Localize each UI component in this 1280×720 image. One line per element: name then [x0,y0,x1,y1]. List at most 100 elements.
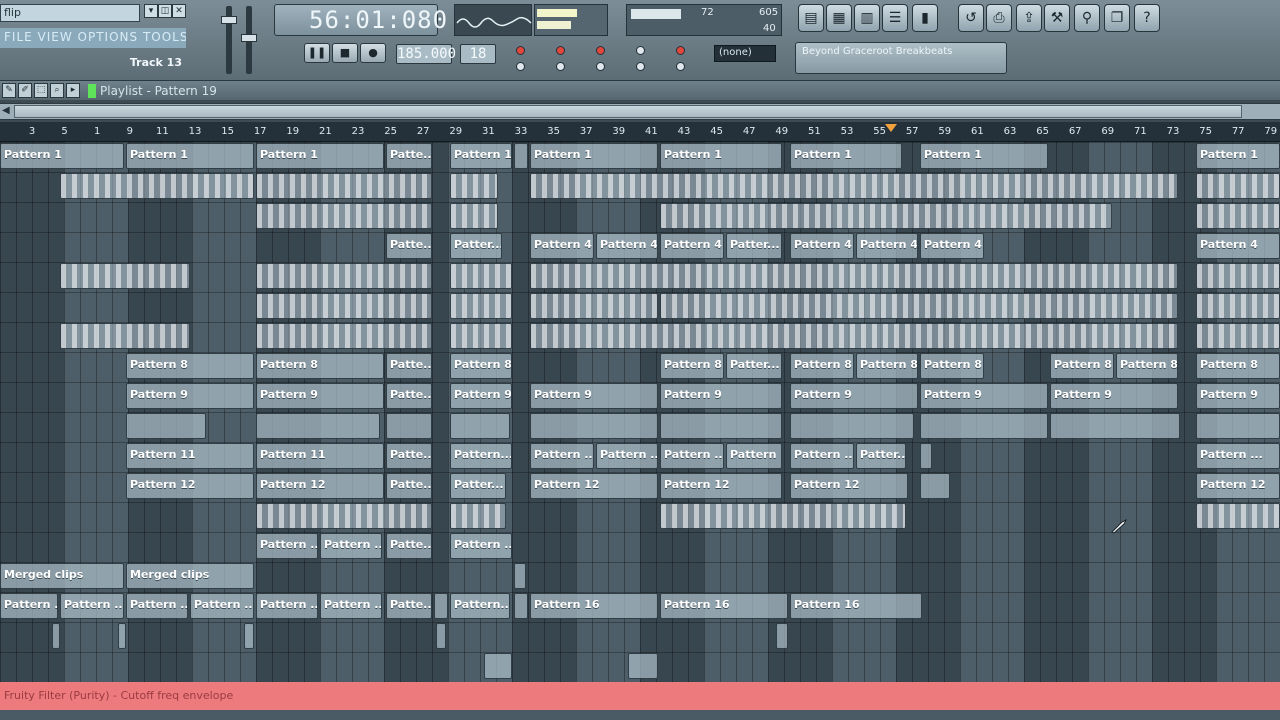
pattern-clip[interactable]: Patte... [386,473,432,499]
pattern-clip[interactable]: Pattern ... [256,533,318,559]
mixer-icon[interactable]: ▮ [912,4,938,32]
pattern-clip[interactable]: Pattern 8 [1196,353,1280,379]
scroll-left-icon[interactable]: ◀ [2,105,10,116]
playlist-horizontal-scrollbar[interactable]: ◀ [0,103,1280,120]
pattern-clip[interactable]: Pattern 1 [450,143,512,169]
minimize-button[interactable]: ▾ [144,4,158,18]
pattern-clip[interactable] [776,623,788,649]
pattern-clip[interactable] [126,413,206,439]
pattern-clip[interactable]: Patte... [386,233,432,259]
pattern-clip[interactable] [1196,203,1280,229]
pattern-clip[interactable]: Pattern ... [320,533,382,559]
pattern-clip[interactable]: Pattern 9 [920,383,1048,409]
pattern-clip[interactable] [1196,503,1280,529]
pattern-clip[interactable] [450,263,512,289]
pattern-clip[interactable]: Patter... [856,443,906,469]
pattern-clip[interactable] [530,173,1178,199]
pattern-clip[interactable]: Pattern ... [1196,443,1280,469]
pattern-clip[interactable]: Pattern 1 [1196,143,1280,169]
pattern-clip[interactable] [514,143,528,169]
pattern-clip[interactable]: Pattern ... [320,593,382,619]
stop-button[interactable]: ■ [332,43,358,63]
export-icon[interactable]: ⇪ [1016,4,1042,32]
pattern-clip[interactable] [920,473,950,499]
pattern-clip[interactable]: Pattern 9 [1196,383,1280,409]
pattern-clip[interactable]: Pattern 8 [256,353,384,379]
pattern-clip[interactable] [60,173,254,199]
pattern-clip[interactable]: Pattern... [450,593,510,619]
pattern-clip[interactable]: Patte... [386,353,432,379]
pattern-clip[interactable] [660,503,906,529]
typing-keyboard-button[interactable] [596,46,605,55]
pattern-clip[interactable] [628,653,658,679]
pattern-clip[interactable] [530,263,1178,289]
pattern-clip[interactable]: Pattern 8 [126,353,254,379]
pattern-clip[interactable]: Pattern 4 [660,233,724,259]
pattern-clip[interactable] [530,323,1178,349]
pattern-clip[interactable] [530,413,658,439]
master-pitch-knob[interactable] [241,34,257,42]
draw-tool-icon[interactable]: ✎ [2,83,16,98]
pattern-clip[interactable]: Pattern 8 [920,353,984,379]
pattern-clip[interactable] [660,413,782,439]
browser-icon[interactable]: ☰ [882,4,908,32]
pattern-clip[interactable] [1196,323,1280,349]
pattern-clip[interactable] [436,623,446,649]
pause-button[interactable]: ❚❚ [304,43,330,63]
pattern-clip[interactable] [1196,173,1280,199]
pattern-clip[interactable] [484,653,512,679]
paint-tool-icon[interactable]: ✐ [18,83,32,98]
plugin-picker-icon[interactable]: ⚲ [1074,4,1100,32]
pattern-mode-button[interactable] [516,46,525,55]
pattern-clip[interactable]: Pattern 9 [1050,383,1178,409]
pattern-clip[interactable] [434,593,448,619]
pattern-clip[interactable]: Pattern ... [790,443,854,469]
pattern-clip[interactable]: Pattern 1 [790,143,902,169]
pattern-clip[interactable] [450,323,512,349]
pattern-clip[interactable] [514,593,528,619]
pattern-clip[interactable]: Merged clips [0,563,124,589]
pattern-clip[interactable] [660,203,1112,229]
playlist-grid[interactable]: Pattern 1 Pattern 1 Pattern 1 Patte... Patte… [0,142,1280,682]
pattern-clip[interactable] [660,293,1178,319]
pattern-clip[interactable]: Patter... [726,353,782,379]
step-sequencer-icon[interactable]: ▦ [826,4,852,32]
blend-button[interactable] [556,62,565,71]
pattern-clip[interactable]: Patte... [386,383,432,409]
pattern-clip[interactable]: Pattern 1 [660,143,782,169]
pattern-clip[interactable]: Pattern 4 [530,233,594,259]
pattern-clip[interactable]: Patter... [450,473,506,499]
pattern-clip[interactable] [1196,293,1280,319]
pattern-clip[interactable] [1196,413,1280,439]
pattern-clip[interactable] [256,413,380,439]
pattern-clip[interactable]: Pattern 11 [126,443,254,469]
wait-button[interactable] [636,46,645,55]
pattern-clip[interactable] [514,563,526,589]
pattern-clip[interactable] [256,263,432,289]
tools-icon[interactable]: ⚒ [1044,4,1070,32]
pattern-clip[interactable]: Pattern 8 [1116,353,1178,379]
pattern-clip[interactable] [256,503,432,529]
pattern-clip[interactable]: Pattern 12 [790,473,908,499]
undo-icon[interactable]: ↺ [958,4,984,32]
pattern-clip[interactable]: Pattern 12 [1196,473,1280,499]
pattern-clip[interactable]: Pattern 9 [530,383,658,409]
save-icon[interactable]: ⎙ [986,4,1012,32]
project-info-icon[interactable]: ❐ [1104,4,1130,32]
song-position-display[interactable]: 56:01:080 [274,4,447,36]
pattern-clip[interactable] [450,173,498,199]
main-menu[interactable]: FILE VIEW OPTIONS TOOLS HELP [0,28,186,48]
pattern-clip[interactable]: Pattern ... [0,593,58,619]
pattern-clip[interactable]: Patte... [386,143,432,169]
pattern-clip[interactable] [920,443,932,469]
pattern-clip[interactable]: Pattern ... [450,533,512,559]
record-button[interactable]: ● [360,43,386,63]
pattern-clip[interactable]: Pattern ... [190,593,254,619]
pattern-clip[interactable]: Pattern 11 [256,443,384,469]
pattern-clip[interactable]: Pattern 12 [660,473,782,499]
close-button[interactable]: ✕ [172,4,186,18]
pattern-clip[interactable]: Patte... [386,593,432,619]
pattern-clip[interactable]: Patte... [386,443,432,469]
pattern-clip[interactable]: Merged clips [126,563,254,589]
pattern-clip[interactable] [790,413,914,439]
